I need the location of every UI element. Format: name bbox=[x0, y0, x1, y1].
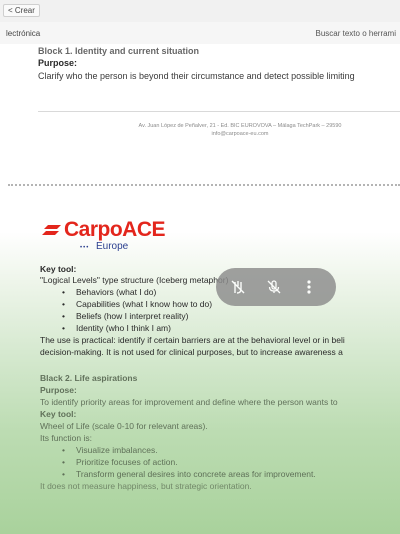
purpose-label: Purpose: bbox=[38, 58, 78, 68]
logo-name: CarpoACE bbox=[64, 218, 166, 241]
logo-subtitle: Europe bbox=[96, 241, 129, 252]
key-tool-label: Key tool: bbox=[40, 264, 77, 274]
key-tool-text: "Logical Levels" type structure (Iceberg… bbox=[40, 275, 229, 285]
document-page-2: CarpoACE ••• Europe Key tool: "Logical L… bbox=[0, 192, 400, 534]
paragraph-line: The use is practical: identify if certai… bbox=[40, 335, 345, 345]
secondary-toolbar: lectrónica Buscar texto o herrami bbox=[0, 22, 400, 45]
closing-text: It does not measure happiness, but strat… bbox=[40, 481, 252, 491]
purpose-text: Clarify who the person is beyond their c… bbox=[38, 71, 355, 81]
list-item: Beliefs (how I interpret reality) bbox=[62, 311, 188, 321]
purpose-label: Purpose: bbox=[40, 385, 77, 395]
floating-controls bbox=[216, 268, 336, 306]
logo-mark-icon bbox=[42, 225, 61, 235]
footer-email: info@carpoace-eu.com bbox=[211, 131, 269, 137]
paragraph-line: decision-making. It is not used for clin… bbox=[40, 347, 343, 357]
carpoace-logo: CarpoACE ••• Europe bbox=[42, 218, 172, 258]
search-text-field[interactable]: Buscar texto o herrami bbox=[316, 29, 396, 38]
mic-off-icon[interactable] bbox=[266, 279, 282, 295]
hand-off-icon[interactable] bbox=[230, 279, 246, 295]
top-toolbar: < Crear bbox=[0, 0, 400, 23]
block-title: Block 1. Identity and current situation bbox=[38, 46, 200, 56]
key-tool-text: Wheel of Life (scale 0-10 for relevant a… bbox=[40, 421, 208, 431]
logo-dots: ••• bbox=[80, 245, 90, 251]
back-button[interactable]: < Crear bbox=[3, 4, 40, 17]
document-tab-label[interactable]: lectrónica bbox=[6, 29, 40, 38]
list-item: Identity (who I think I am) bbox=[62, 323, 171, 333]
key-tool-label: Key tool: bbox=[40, 409, 77, 419]
document-page-1: Block 1. Identity and current situation … bbox=[0, 44, 400, 180]
list-item: Behaviors (what I do) bbox=[62, 287, 156, 297]
footer-address-line: Av. Juan López de Peñalver, 21 - Ed. BIC… bbox=[138, 123, 342, 129]
footer-divider bbox=[38, 111, 400, 112]
more-vertical-icon[interactable] bbox=[306, 279, 312, 295]
list-item: Prioritize focuses of action. bbox=[62, 457, 178, 467]
list-item: Visualize imbalances. bbox=[62, 445, 158, 455]
function-label: Its function is: bbox=[40, 433, 92, 443]
list-item: Capabilities (what I know how to do) bbox=[62, 299, 212, 309]
list-item: Transform general desires into concrete … bbox=[62, 469, 316, 479]
footer-address: Av. Juan López de Peñalver, 21 - Ed. BIC… bbox=[80, 122, 400, 138]
purpose-text: To identify priority areas for improveme… bbox=[40, 397, 338, 407]
page-break-divider bbox=[8, 184, 400, 186]
section-title: Black 2. Life aspirations bbox=[40, 373, 138, 383]
